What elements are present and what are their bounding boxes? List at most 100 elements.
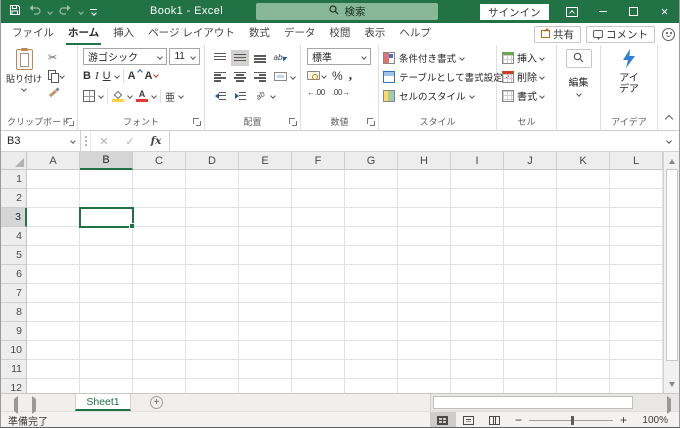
row-header-10[interactable]: 10 <box>0 341 27 360</box>
cell-H7[interactable] <box>398 284 451 303</box>
undo-icon[interactable] <box>28 5 41 18</box>
cell-A6[interactable] <box>27 265 80 284</box>
cell-G2[interactable] <box>345 189 398 208</box>
row-header-5[interactable]: 5 <box>0 246 27 265</box>
cell-A1[interactable] <box>27 170 80 189</box>
cell-G4[interactable] <box>345 227 398 246</box>
cell-L4[interactable] <box>610 227 663 246</box>
cell-K4[interactable] <box>557 227 610 246</box>
font-color-dropdown-icon[interactable] <box>151 93 157 99</box>
row-header-8[interactable]: 8 <box>0 303 27 322</box>
cell-B12[interactable] <box>80 379 133 393</box>
select-all-button[interactable] <box>0 152 27 170</box>
middle-align-button[interactable] <box>231 49 249 66</box>
tab-help[interactable]: ヘルプ <box>392 21 438 45</box>
cell-A8[interactable] <box>27 303 80 322</box>
cell-F2[interactable] <box>292 189 345 208</box>
number-format-combo[interactable]: 標準 <box>307 48 371 65</box>
font-size-combo[interactable]: 11 <box>169 48 200 65</box>
cell-A10[interactable] <box>27 341 80 360</box>
paste-button[interactable]: 貼り付け <box>6 48 42 99</box>
cell-I12[interactable] <box>451 379 504 393</box>
cell-B4[interactable] <box>80 227 133 246</box>
decrease-font-size-button[interactable]: A <box>145 70 160 82</box>
phonetic-dropdown-icon[interactable] <box>178 93 184 99</box>
font-color-button[interactable]: A <box>136 90 148 102</box>
cut-button[interactable]: ✂ <box>48 52 64 65</box>
row-header-7[interactable]: 7 <box>0 284 27 303</box>
cell-E3[interactable] <box>239 208 292 227</box>
cell-E7[interactable] <box>239 284 292 303</box>
cell-B3[interactable] <box>80 208 133 227</box>
insert-cells-button[interactable]: 挿入 <box>502 48 554 67</box>
cell-D5[interactable] <box>186 246 239 265</box>
cell-D12[interactable] <box>186 379 239 393</box>
scroll-up-icon[interactable] <box>664 153 680 169</box>
cell-B1[interactable] <box>80 170 133 189</box>
close-button[interactable]: × <box>649 0 680 23</box>
cell-L10[interactable] <box>610 341 663 360</box>
cell-H10[interactable] <box>398 341 451 360</box>
next-sheet-icon[interactable] <box>32 396 36 414</box>
align-left-button[interactable] <box>211 69 229 85</box>
cell-H2[interactable] <box>398 189 451 208</box>
row-header-2[interactable]: 2 <box>0 189 27 208</box>
save-icon[interactable] <box>9 4 21 19</box>
cell-B9[interactable] <box>80 322 133 341</box>
tab-insert[interactable]: 挿入 <box>106 21 141 45</box>
tab-review[interactable]: 校閲 <box>322 21 357 45</box>
cell-F12[interactable] <box>292 379 345 393</box>
new-sheet-button[interactable]: + <box>150 396 163 409</box>
top-align-button[interactable] <box>211 50 229 66</box>
decrease-decimal-button[interactable]: .00→ <box>332 88 350 97</box>
column-header-F[interactable]: F <box>292 152 345 170</box>
cell-L3[interactable] <box>610 208 663 227</box>
percent-style-button[interactable]: % <box>332 69 343 83</box>
cell-B2[interactable] <box>80 189 133 208</box>
format-cells-button[interactable]: 書式 <box>502 86 554 105</box>
cell-D8[interactable] <box>186 303 239 322</box>
cell-J6[interactable] <box>504 265 557 284</box>
previous-sheet-icon[interactable] <box>14 396 18 414</box>
merge-center-dropdown-icon[interactable] <box>290 73 296 80</box>
sheet-tab-sheet1[interactable]: Sheet1 <box>75 394 131 411</box>
cell-B10[interactable] <box>80 341 133 360</box>
cell-G11[interactable] <box>345 360 398 379</box>
column-header-I[interactable]: I <box>451 152 504 170</box>
cell-I10[interactable] <box>451 341 504 360</box>
cell-K7[interactable] <box>557 284 610 303</box>
fill-color-dropdown-icon[interactable] <box>127 93 133 99</box>
cell-L1[interactable] <box>610 170 663 189</box>
cell-L6[interactable] <box>610 265 663 284</box>
search-box[interactable]: 検索 <box>256 3 438 20</box>
column-header-D[interactable]: D <box>186 152 239 170</box>
column-header-B[interactable]: B <box>80 152 133 170</box>
cell-E5[interactable] <box>239 246 292 265</box>
zoom-slider-thumb[interactable] <box>570 415 574 425</box>
cell-D3[interactable] <box>186 208 239 227</box>
cell-I7[interactable] <box>451 284 504 303</box>
enter-entry-icon[interactable]: ✓ <box>117 135 143 148</box>
cell-L8[interactable] <box>610 303 663 322</box>
cell-L5[interactable] <box>610 246 663 265</box>
cell-J8[interactable] <box>504 303 557 322</box>
cell-A11[interactable] <box>27 360 80 379</box>
cell-E1[interactable] <box>239 170 292 189</box>
vertical-scrollbar[interactable] <box>663 152 680 393</box>
cell-L9[interactable] <box>610 322 663 341</box>
cell-F5[interactable] <box>292 246 345 265</box>
ribbon-display-options-button[interactable] <box>556 0 587 23</box>
cell-B6[interactable] <box>80 265 133 284</box>
cell-G8[interactable] <box>345 303 398 322</box>
cell-F11[interactable] <box>292 360 345 379</box>
cell-K6[interactable] <box>557 265 610 284</box>
cell-H6[interactable] <box>398 265 451 284</box>
cell-C3[interactable] <box>133 208 186 227</box>
column-header-E[interactable]: E <box>239 152 292 170</box>
cell-J1[interactable] <box>504 170 557 189</box>
cell-F1[interactable] <box>292 170 345 189</box>
cell-I9[interactable] <box>451 322 504 341</box>
cell-F3[interactable] <box>292 208 345 227</box>
borders-dropdown-icon[interactable] <box>98 93 104 99</box>
align-right-button[interactable] <box>251 69 269 85</box>
